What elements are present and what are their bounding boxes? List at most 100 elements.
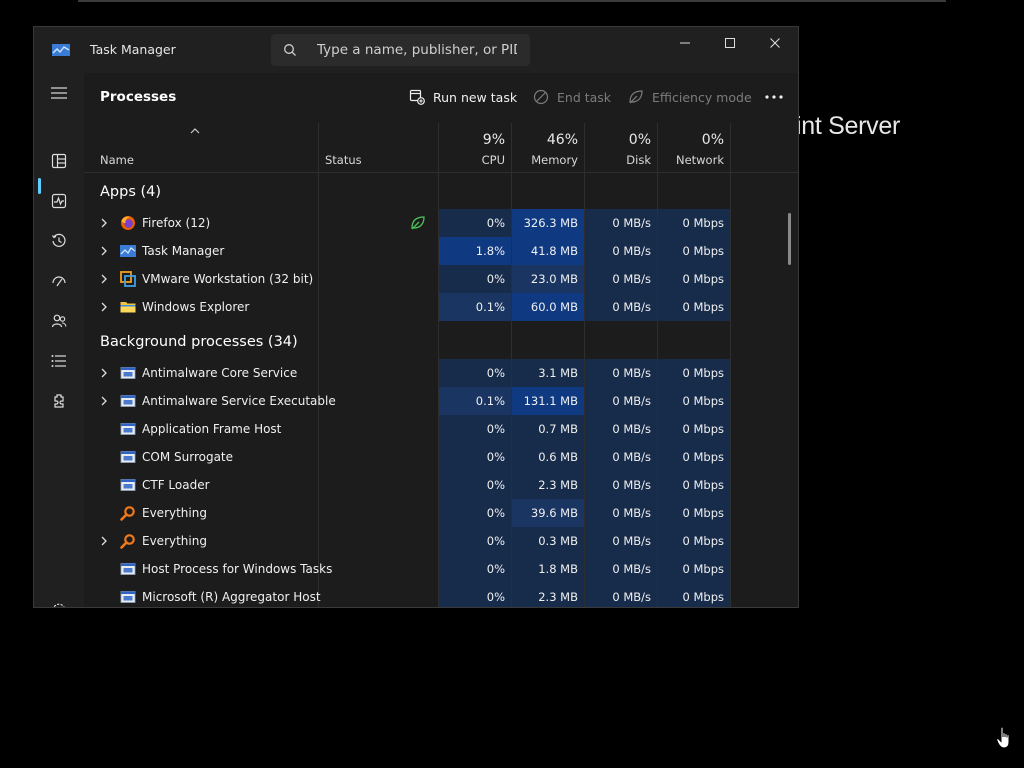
service-window-icon [120,479,136,491]
cpu-cell: 0.1% [439,293,511,321]
nav-processes[interactable] [43,145,75,177]
end-task-label: End task [557,89,612,105]
startup-apps-icon [52,276,66,287]
chevron-right-icon[interactable] [100,368,108,378]
process-row[interactable]: 0% 326.3 MB 0 MB/s 0 Mbps Firefox (12) [84,209,798,237]
search-box[interactable] [271,34,530,66]
nav-startup-apps[interactable] [43,265,75,297]
navigation-pane [34,73,84,607]
process-row[interactable]: 0% 0.7 MB 0 MB/s 0 Mbps Application Frame Ho… [84,415,798,443]
efficiency-mode-button[interactable]: Efficiency mode [628,87,752,107]
search-input[interactable] [317,34,517,66]
users-icon [51,314,67,328]
chevron-right-icon[interactable] [100,274,108,284]
cpu-cell: 0% [439,359,511,387]
nav-settings[interactable] [43,594,75,607]
process-name: Windows Explorer [142,300,250,314]
network-cell: 0 Mbps [658,359,730,387]
process-name: CTF Loader [142,478,210,492]
memory-cell: 0.3 MB [512,527,584,555]
cpu-cell: 0% [439,443,511,471]
nav-services[interactable] [43,385,75,417]
memory-cell: 3.1 MB [512,359,584,387]
chevron-right-icon[interactable] [100,246,108,256]
nav-details[interactable] [43,345,75,377]
disk-cell: 0 MB/s [585,527,657,555]
chevron-right-icon[interactable] [100,218,108,228]
memory-total-percent: 46% [546,132,578,148]
network-cell: 0 Mbps [658,293,730,321]
more-options-icon [765,95,783,99]
disk-cell: 0 MB/s [585,293,657,321]
cpu-cell: 0.1% [439,387,511,415]
everything-search-icon [120,506,135,521]
cpu-total-percent: 9% [482,132,505,148]
disk-cell: 0 MB/s [585,555,657,583]
process-row[interactable]: 1.8% 41.8 MB 0 MB/s 0 Mbps Task Manager [84,237,798,265]
process-row[interactable]: 0.1% 60.0 MB 0 MB/s 0 Mbps Windows Explorer [84,293,798,321]
column-header-status[interactable]: Status [325,153,362,167]
efficiency-leaf-icon [629,90,643,104]
process-row[interactable]: 0% 0.3 MB 0 MB/s 0 Mbps Everything [84,527,798,555]
vertical-scrollbar[interactable] [788,213,791,265]
firefox-icon [121,216,135,230]
title-bar[interactable]: Task Manager [34,27,798,73]
memory-cell: 60.0 MB [512,293,584,321]
process-row[interactable]: 0% 2.3 MB 0 MB/s 0 Mbps CTF Loader [84,471,798,499]
column-header-name[interactable]: Name [100,153,134,167]
close-button[interactable] [752,27,798,59]
process-row[interactable]: 0% 0.6 MB 0 MB/s 0 Mbps COM Surrogate [84,443,798,471]
chevron-right-icon[interactable] [100,536,108,546]
process-row[interactable]: 0% 23.0 MB 0 MB/s 0 Mbps VMware Workstation … [84,265,798,293]
hamburger-menu-icon [51,87,67,99]
run-new-task-button[interactable]: Run new task [409,87,517,107]
minimize-button[interactable] [662,27,708,59]
process-row[interactable]: 0% 3.1 MB 0 MB/s 0 Mbps Antimalware Core Ser… [84,359,798,387]
memory-cell: 2.3 MB [512,471,584,499]
service-window-icon [120,395,136,407]
disk-cell: 0 MB/s [585,265,657,293]
process-row[interactable]: 0% 2.3 MB 0 MB/s 0 Mbps Microsoft (R) Aggreg… [84,583,798,607]
process-row[interactable]: 0.1% 131.1 MB 0 MB/s 0 Mbps Antimalware Serv… [84,387,798,415]
maximize-icon [725,38,735,48]
nav-menu-button[interactable] [43,77,75,109]
nav-app-history[interactable] [43,225,75,257]
chevron-right-icon[interactable] [100,396,108,406]
memory-cell: 131.1 MB [512,387,584,415]
chevron-right-icon[interactable] [100,302,108,312]
maximize-button[interactable] [707,27,753,59]
column-header-disk[interactable]: Disk [585,153,651,167]
disk-total-percent: 0% [628,132,651,148]
process-name: Antimalware Service Executable [142,394,336,408]
network-total-percent: 0% [701,132,724,148]
everything-search-icon [120,534,135,549]
disk-cell: 0 MB/s [585,237,657,265]
command-bar: Processes Run new task End task Efficien… [84,73,798,123]
group-header-background[interactable]: Background processes (34) [100,334,298,350]
end-task-button[interactable]: End task [533,87,611,107]
disk-cell: 0 MB/s [585,443,657,471]
group-header-apps[interactable]: Apps (4) [100,184,161,200]
process-name: Firefox (12) [142,216,211,230]
process-row[interactable]: 0% 1.8 MB 0 MB/s 0 Mbps Host Process for Win… [84,555,798,583]
memory-cell: 41.8 MB [512,237,584,265]
column-header-memory[interactable]: Memory [512,153,578,167]
memory-cell: 23.0 MB [512,265,584,293]
service-window-icon [120,367,136,379]
cpu-cell: 0% [439,471,511,499]
nav-users[interactable] [43,305,75,337]
column-header-network[interactable]: Network [658,153,724,167]
process-name: VMware Workstation (32 bit) [142,272,314,286]
disk-cell: 0 MB/s [585,359,657,387]
memory-cell: 0.7 MB [512,415,584,443]
sort-ascending-icon [190,128,200,134]
cpu-cell: 0% [439,415,511,443]
app-history-icon [52,233,66,247]
page-title: Processes [100,89,177,105]
process-row[interactable]: 0% 39.6 MB 0 MB/s 0 Mbps Everything [84,499,798,527]
performance-icon [51,193,67,209]
more-options-button[interactable] [760,85,788,109]
efficiency-leaf-icon [411,216,425,230]
nav-performance[interactable] [43,185,75,217]
column-header-cpu[interactable]: CPU [439,153,505,167]
